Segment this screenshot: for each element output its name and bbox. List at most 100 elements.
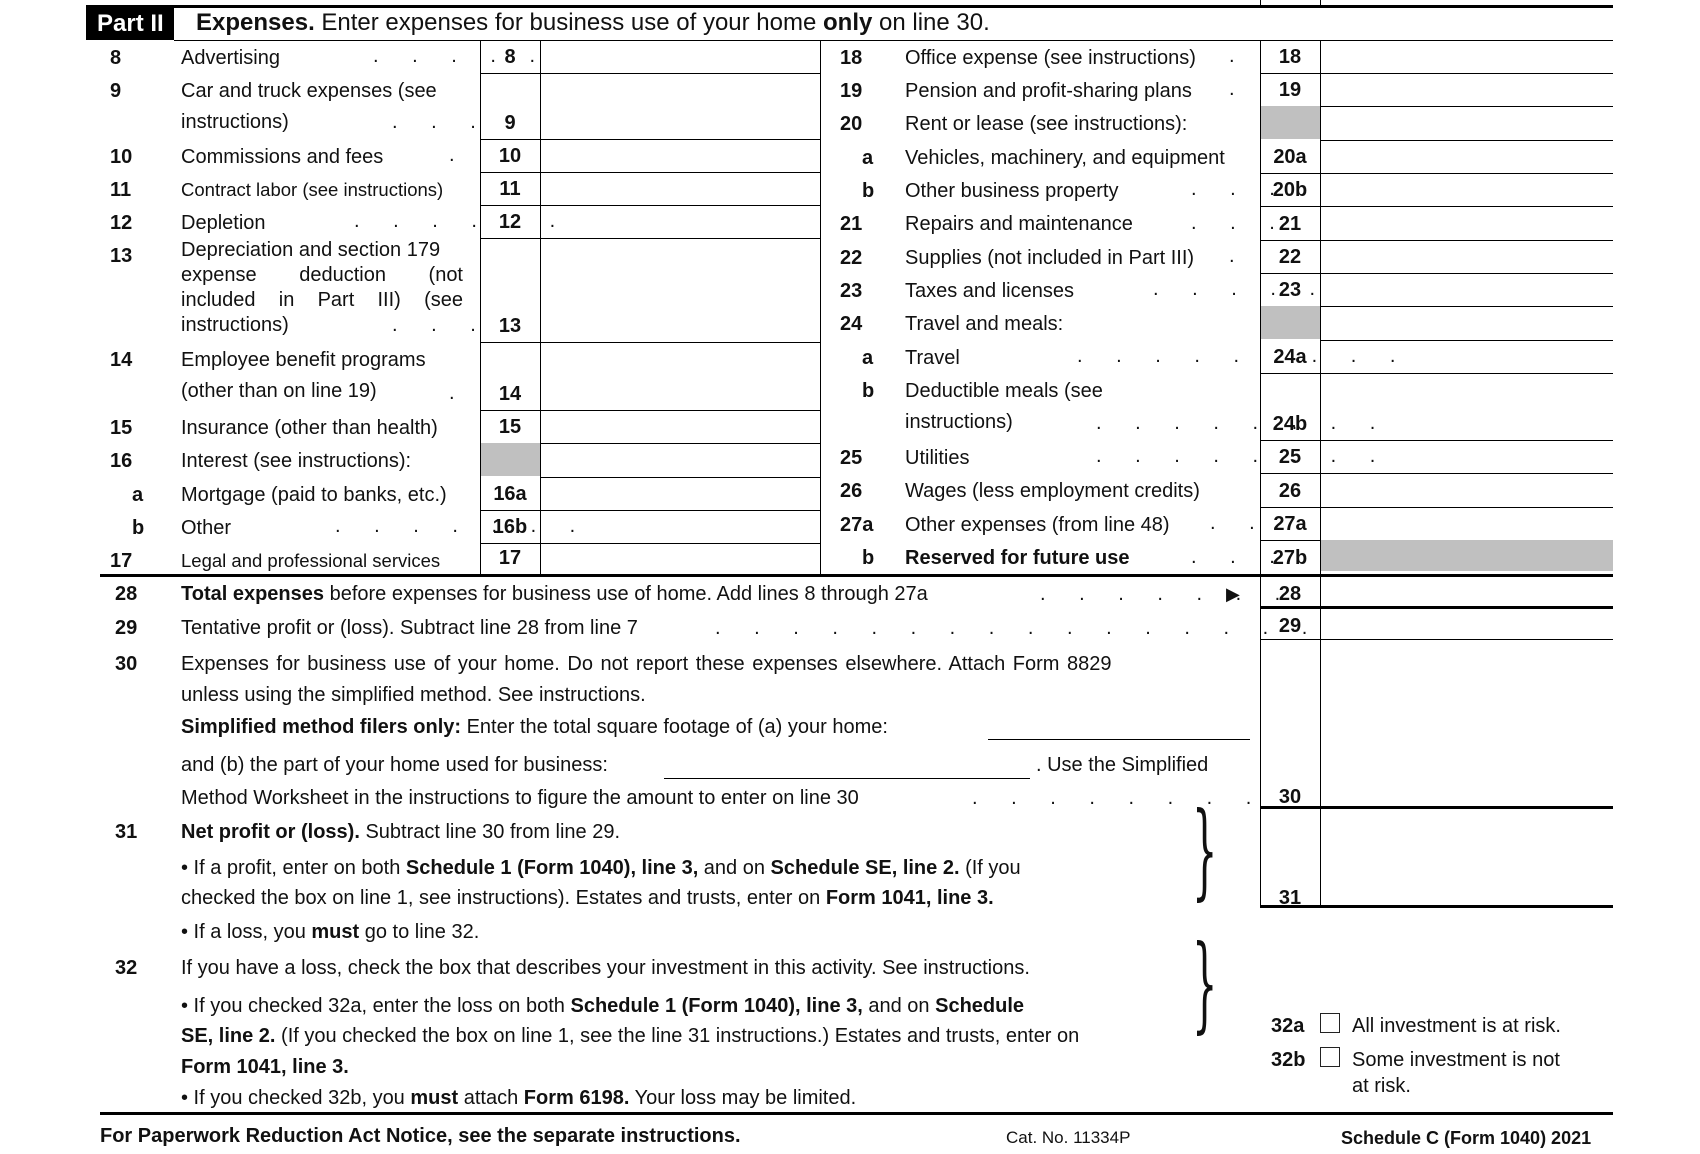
center-divider	[820, 40, 821, 577]
home-square-footage-input[interactable]	[988, 712, 1250, 740]
right-line-label: Supplies (not included in Part III)	[905, 247, 1195, 269]
right-amount-input-24b[interactable]	[1321, 374, 1613, 439]
left-line-label: Contract labor (see instructions)	[181, 179, 444, 200]
right-amount-input-22[interactable]	[1321, 241, 1613, 272]
right-line-number: a	[862, 347, 874, 369]
left-amount-input-17[interactable]	[541, 544, 820, 573]
reserved-shaded-cell	[1321, 540, 1613, 571]
brace-icon: }	[1192, 925, 1218, 1045]
left-amount-input-10[interactable]	[541, 140, 820, 171]
t: • If a profit, enter on both	[181, 857, 406, 879]
right-line-label: Other expenses (from line 48)	[905, 514, 1170, 536]
right-line-number: 18	[840, 47, 863, 69]
left-line-number: a	[132, 484, 144, 506]
right-line-label: Utilities	[905, 447, 970, 469]
line-29-amount-input[interactable]	[1321, 609, 1613, 639]
t: go to line 32.	[359, 921, 480, 943]
t: • If you checked 32a, enter the loss on …	[181, 995, 571, 1017]
t-bold: SE, line 2.	[181, 1025, 276, 1047]
right-amount-input-25[interactable]	[1321, 441, 1613, 472]
option-32b-label: Some investment is not	[1352, 1049, 1560, 1071]
line-31-rule	[1260, 905, 1613, 908]
left-amount-input-13[interactable]	[541, 239, 820, 341]
t-bold: must	[311, 921, 360, 943]
left-line-label: (other than on line 19)	[181, 380, 377, 402]
left-line-number: 11	[110, 179, 132, 201]
right-amount-input-26[interactable]	[1321, 474, 1613, 506]
right-line-label: Travel	[905, 347, 960, 369]
t-bold: Form 1041, line 3.	[825, 887, 994, 909]
right-amount-input-18[interactable]	[1321, 41, 1613, 72]
right-line-number: 24	[840, 313, 863, 335]
left-line-number: 13	[110, 245, 133, 267]
right-box-number: 22	[1278, 246, 1302, 268]
t-bold: Form 1041, line 3.	[181, 1056, 349, 1078]
t: • If a loss, you	[181, 921, 312, 943]
checkbox-32b[interactable]	[1320, 1047, 1340, 1067]
option-32b-label-2: at risk.	[1352, 1075, 1411, 1097]
t-bold: Schedule SE, line 2.	[770, 857, 960, 879]
line-31-number: 31	[115, 821, 138, 843]
line-28-amount-input[interactable]	[1321, 575, 1613, 607]
t-bold: Form 6198.	[523, 1087, 630, 1109]
line-30-amount-input[interactable]	[1321, 642, 1613, 804]
line-32-bullet-1-cont-2: Form 1041, line 3.	[181, 1055, 349, 1079]
right-amount-input-20a[interactable]	[1321, 141, 1613, 172]
left-amount-input-11[interactable]	[541, 173, 820, 204]
line-32-text: If you have a loss, check the box that d…	[181, 957, 1030, 979]
right-box-number: 27a	[1273, 513, 1307, 535]
brace-icon: }	[1192, 792, 1218, 912]
line-28-bold: Total expenses	[181, 583, 325, 605]
left-line-label: Advertising	[181, 47, 280, 69]
line-29-box-number: 29	[1278, 615, 1302, 637]
right-amount-input-23[interactable]	[1321, 274, 1613, 305]
left-amount-input-16a[interactable]	[541, 478, 820, 509]
right-line-number: b	[862, 180, 875, 202]
right-line-label: Office expense (see instructions)	[905, 47, 1196, 69]
checkbox-32a[interactable]	[1320, 1013, 1340, 1033]
right-amount-input-24a[interactable]	[1321, 341, 1613, 372]
right-line-number: b	[862, 380, 875, 402]
left-line-number: b	[132, 517, 145, 539]
line-31-bold: Net profit or (loss).	[181, 821, 360, 843]
right-amount-input-21[interactable]	[1321, 207, 1613, 239]
left-amount-input-8[interactable]	[541, 41, 820, 72]
left-line-label: Car and truck expenses (see	[181, 80, 437, 102]
right-line-number: 23	[840, 280, 863, 302]
left-line-label: Interest (see instructions):	[181, 450, 412, 472]
line-29-dots: . . . . . . . . . . . . . . . .	[715, 617, 1322, 639]
line-32-bullet-1-cont: SE, line 2. (If you checked the box on l…	[181, 1024, 1079, 1048]
right-box-number: 21	[1278, 213, 1302, 235]
line-31-amount-input[interactable]	[1321, 809, 1613, 904]
left-amount-input-9[interactable]	[541, 74, 820, 138]
left-amount-input-15[interactable]	[541, 411, 820, 442]
shaded-cell	[481, 443, 540, 476]
line-30-text-4b: . Use the Simplified	[1036, 754, 1209, 776]
right-amount-input-27a[interactable]	[1321, 508, 1613, 539]
shaded-cell	[1261, 306, 1320, 339]
top-tick-left	[1260, 0, 1261, 6]
left-amount-input-16b[interactable]	[541, 511, 820, 542]
left-line-label: Legal and professional services	[181, 550, 441, 571]
line-31-text: Subtract line 30 from line 29.	[359, 821, 621, 843]
left-line-label: included in Part III) (see	[181, 289, 463, 311]
line-29-number: 29	[115, 617, 138, 639]
right-box-number: 24a	[1273, 346, 1307, 368]
arrow-right-icon: ▶	[1226, 584, 1240, 604]
left-leader-dots: .	[449, 382, 469, 404]
right-line-label: Deductible meals (see	[905, 380, 1103, 402]
line-30-text-2: unless using the simplified method. See …	[181, 684, 646, 706]
right-amount-input-20b[interactable]	[1321, 174, 1613, 205]
line-28-number: 28	[115, 583, 138, 605]
line-29-label: Tentative profit or (loss). Subtract lin…	[181, 617, 638, 639]
left-amount-input-14[interactable]	[541, 343, 820, 409]
right-line-label: instructions)	[905, 411, 1013, 433]
business-square-footage-input[interactable]	[664, 751, 1030, 779]
left-box-number: 15	[498, 416, 522, 438]
line-31-bullet-1-cont: checked the box on line 1, see instructi…	[181, 886, 994, 910]
right-line-number: 26	[840, 480, 863, 502]
left-amount-input-12[interactable]	[541, 206, 820, 237]
t-bold: Schedule	[935, 995, 1025, 1017]
t: checked the box on line 1, see instructi…	[181, 887, 826, 909]
right-amount-input-19[interactable]	[1321, 74, 1613, 105]
